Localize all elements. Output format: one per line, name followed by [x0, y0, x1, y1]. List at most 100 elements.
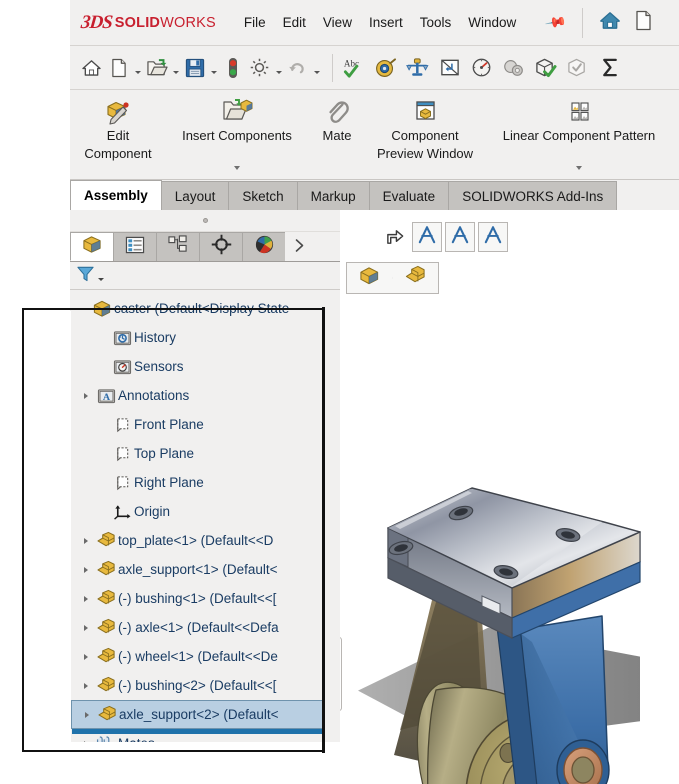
breadcrumb[interactable] — [346, 262, 439, 294]
insert-components-dropdown-caret[interactable] — [234, 166, 240, 170]
mate-button[interactable]: Mate — [308, 90, 366, 178]
sensor-gauge-icon[interactable] — [468, 54, 495, 81]
expander-icon[interactable] — [79, 712, 95, 718]
tab-assembly[interactable]: Assembly — [70, 180, 162, 210]
tab-configuration-manager[interactable] — [156, 232, 200, 261]
open-dropdown[interactable] — [170, 54, 181, 81]
linear-component-pattern-icon — [565, 96, 593, 126]
menu-tools[interactable]: Tools — [420, 15, 452, 30]
mate-compass-icon — [482, 224, 504, 251]
rebuild-traffic-light-icon[interactable] — [219, 54, 246, 81]
ctx-mate-button-1[interactable] — [412, 222, 442, 252]
expander-icon[interactable] — [78, 683, 94, 689]
tab-markup[interactable]: Markup — [297, 181, 370, 210]
tree-item-right-plane[interactable]: Right Plane — [70, 468, 340, 497]
open-folder-icon[interactable] — [143, 54, 170, 81]
expander-icon[interactable] — [78, 538, 94, 544]
panel-splitter-grip[interactable] — [340, 637, 342, 711]
tree-horizontal-scrollbar[interactable] — [72, 729, 324, 734]
tree-item-wheel-1[interactable]: (-) wheel<1> (Default<<De — [70, 642, 340, 671]
tab-feature-manager-tree[interactable] — [70, 232, 114, 261]
tree-item-top-plate-1[interactable]: top_plate<1> (Default<<D — [70, 526, 340, 555]
menu-window[interactable]: Window — [468, 15, 516, 30]
linear-component-pattern-button[interactable]: Linear Component Pattern — [484, 90, 674, 178]
tab-solidworks-add-ins[interactable]: SOLIDWORKS Add-Ins — [448, 181, 617, 210]
sigma-icon[interactable] — [596, 54, 623, 81]
home-icon[interactable] — [78, 54, 105, 81]
tab-dimxpert-manager[interactable] — [199, 232, 243, 261]
save-icon[interactable] — [181, 54, 208, 81]
edit-component-button[interactable]: Edit Component — [70, 90, 166, 178]
breadcrumb-assembly[interactable] — [347, 265, 392, 291]
context-toolbar[interactable] — [385, 222, 508, 252]
filter-dropdown-caret[interactable] — [98, 278, 104, 281]
tree-label: Annotations — [118, 388, 189, 403]
linear-component-pattern-dropdown-caret[interactable] — [576, 166, 582, 170]
caster-assembly-3d-model[interactable] — [340, 210, 679, 784]
tree-item-annotations[interactable]: A Annotations — [70, 381, 340, 410]
options-dropdown[interactable] — [273, 54, 284, 81]
origin-axes-icon — [110, 503, 134, 521]
tab-display-manager[interactable] — [242, 232, 286, 261]
ctx-mate-button-3[interactable] — [478, 222, 508, 252]
tab-layout[interactable]: Layout — [161, 181, 230, 210]
menu-insert[interactable]: Insert — [369, 15, 403, 30]
performance-evaluation-icon[interactable] — [500, 54, 527, 81]
check-solid-icon[interactable] — [532, 54, 559, 81]
mass-properties-icon[interactable] — [404, 54, 431, 81]
annotation-bracket-fill — [25, 311, 71, 750]
tree-item-axle-support-1[interactable]: axle_support<1> (Default< — [70, 555, 340, 584]
tree-item-axle-1[interactable]: (-) axle<1> (Default<<Defa — [70, 613, 340, 642]
mate-compass-icon — [449, 224, 471, 251]
plane-icon — [110, 416, 134, 434]
tab-property-manager[interactable] — [113, 232, 157, 261]
menu-bar: 3DS SOLID WORKS File Edit View Insert To… — [70, 0, 679, 46]
undo-dropdown[interactable] — [311, 54, 322, 81]
expander-icon[interactable] — [78, 654, 94, 660]
tab-sketch[interactable]: Sketch — [228, 181, 297, 210]
chevron-right-icon — [293, 238, 306, 256]
check-shaded-icon[interactable] — [564, 54, 591, 81]
spell-check-icon[interactable]: Abc — [340, 54, 367, 81]
tree-item-front-plane[interactable]: Front Plane — [70, 410, 340, 439]
pushpin-icon[interactable]: 📌 — [544, 11, 568, 35]
tree-item-caster[interactable]: caster (Default<Display State- — [70, 294, 340, 323]
expander-icon[interactable] — [78, 567, 94, 573]
panel-collapse-dot[interactable] — [203, 218, 208, 223]
graphics-area[interactable] — [340, 210, 679, 784]
expander-icon[interactable] — [78, 741, 94, 743]
tree-item-bushing-1[interactable]: (-) bushing<1> (Default<<[ — [70, 584, 340, 613]
component-preview-window-button[interactable]: Component Preview Window — [366, 90, 484, 178]
expander-icon[interactable] — [78, 393, 94, 399]
breadcrumb-component[interactable] — [393, 265, 438, 291]
menu-edit[interactable]: Edit — [283, 15, 306, 30]
save-dropdown[interactable] — [208, 54, 219, 81]
tree-item-history[interactable]: History — [70, 323, 340, 352]
ctx-mate-button-2[interactable] — [445, 222, 475, 252]
measure-icon[interactable] — [372, 54, 399, 81]
tab-expand-panel[interactable] — [285, 232, 313, 261]
options-gear-icon[interactable] — [246, 54, 273, 81]
menu-file[interactable]: File — [244, 15, 266, 30]
tree-label: History — [134, 330, 176, 345]
new-document-icon[interactable] — [105, 54, 132, 81]
tree-item-bushing-2[interactable]: (-) bushing<2> (Default<<[ — [70, 671, 340, 700]
tree-label: (-) axle<1> (Default<<Defa — [118, 620, 279, 635]
tree-item-sensors[interactable]: Sensors — [70, 352, 340, 381]
tab-evaluate[interactable]: Evaluate — [369, 181, 450, 210]
new-document-icon[interactable] — [635, 10, 652, 36]
menu-view[interactable]: View — [323, 15, 352, 30]
undo-icon[interactable] — [284, 54, 311, 81]
tree-filter-bar[interactable] — [70, 262, 340, 290]
insert-components-button[interactable]: Insert Components — [166, 90, 308, 178]
tree-label: Mates — [118, 736, 155, 742]
home-icon[interactable] — [599, 10, 621, 35]
tree-item-origin[interactable]: Origin — [70, 497, 340, 526]
expander-icon[interactable] — [78, 625, 94, 631]
tree-item-axle-support-2[interactable]: axle_support<2> (Default< — [71, 700, 323, 729]
section-view-icon[interactable] — [436, 54, 463, 81]
expander-icon[interactable] — [78, 596, 94, 602]
make-path-arrow-icon[interactable] — [385, 227, 405, 247]
new-document-dropdown[interactable] — [132, 54, 143, 81]
tree-item-top-plane[interactable]: Top Plane — [70, 439, 340, 468]
